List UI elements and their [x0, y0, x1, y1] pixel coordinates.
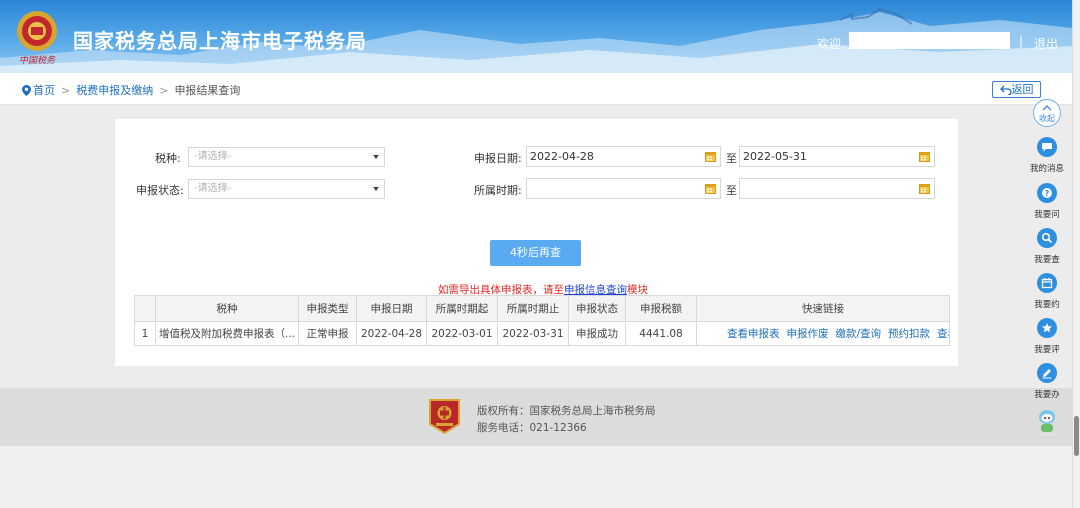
chevron-up-icon: [1042, 105, 1052, 111]
row-filing-date: 2022-04-28: [356, 321, 427, 346]
logo-text: 中国税务: [19, 55, 56, 66]
tax-type-label: 税种:: [155, 152, 181, 165]
period-range-to: 至: [726, 184, 737, 197]
status-label: 申报状态:: [136, 184, 184, 197]
svg-text:?: ?: [1045, 189, 1050, 198]
table-header-row: 税种 申报类型 申报日期 所属时期起 所属时期止 申报状态 申报税额 快速链接: [134, 295, 950, 322]
sidebar-item-label: 我要约: [1034, 300, 1060, 310]
rating-icon: [1042, 323, 1052, 333]
collapse-label: 收起: [1039, 114, 1055, 123]
page-bottom-area: [0, 446, 1072, 508]
search-button[interactable]: 4秒后再查: [490, 240, 581, 266]
void-return-link[interactable]: 申报作废: [787, 328, 829, 340]
row-quick-links: 查看申报表申报作废缴款/查询预约扣款查看: [696, 321, 950, 346]
tax-service-badge-icon: [429, 399, 460, 435]
header-separator: |: [1019, 34, 1024, 48]
logout-link[interactable]: 退出: [1034, 35, 1058, 52]
dropdown-arrow-icon: [373, 187, 379, 191]
row-period-end: 2022-03-31: [497, 321, 569, 346]
view-more-link[interactable]: 查看: [937, 328, 948, 340]
period-label: 所属时期:: [474, 184, 522, 197]
username-display: [849, 32, 1010, 49]
row-amount: 4441.08: [625, 321, 697, 346]
sidebar-item-handle[interactable]: 我要办: [1028, 363, 1066, 400]
calendar-icon[interactable]: [919, 183, 930, 194]
status-select[interactable]: -请选择-: [188, 179, 385, 199]
row-filing-type: 正常申报: [298, 321, 357, 346]
col-header-period-start: 所属时期起: [426, 295, 498, 322]
robot-assistant-icon[interactable]: [1036, 408, 1058, 438]
period-to-input[interactable]: [739, 178, 935, 199]
sidebar-item-label: 我要查: [1034, 255, 1060, 265]
row-index: 1: [134, 321, 156, 346]
query-panel: 税种: -请选择- 申报状态: -请选择- 申报日期: 2022-04-28 至…: [115, 119, 958, 366]
payment-query-link[interactable]: 缴款/查询: [836, 328, 882, 340]
location-pin-icon: [22, 85, 31, 96]
sidebar-item-label: 我的消息: [1029, 164, 1064, 174]
breadcrumb-bar: 首页 > 税费申报及缴纳 > 申报结果查询: [0, 73, 1072, 105]
col-header-filing-date: 申报日期: [356, 295, 427, 322]
col-header-tax-type: 税种: [155, 295, 299, 322]
period-from-input[interactable]: [526, 178, 721, 199]
welcome-text: 欢迎,: [817, 37, 845, 51]
row-status: 申报成功: [568, 321, 626, 346]
row-period-start: 2022-03-01: [426, 321, 498, 346]
question-icon: ?: [1042, 188, 1052, 198]
breadcrumb-tax-filing[interactable]: 税费申报及缴纳: [76, 84, 153, 97]
return-arrow-icon: [999, 85, 1012, 96]
sidebar-item-label: 我要评: [1034, 345, 1060, 355]
search-icon: [1041, 232, 1053, 244]
copyright-text: 版权所有：国家税务总局上海市税务局: [477, 405, 656, 417]
dropdown-arrow-icon: [373, 155, 379, 159]
sidebar-item-search[interactable]: 我要查: [1028, 228, 1066, 265]
back-button-label: 返回: [1011, 83, 1034, 96]
edit-icon: [1042, 369, 1052, 379]
tax-emblem-logo: 中国税务: [17, 11, 57, 66]
breadcrumb: 首页 > 税费申报及缴纳 > 申报结果查询: [22, 82, 240, 98]
sidebar-collapse-button[interactable]: 收起: [1033, 99, 1061, 127]
filing-date-to-input[interactable]: 2022-05-31: [739, 146, 935, 167]
col-header-status: 申报状态: [568, 295, 626, 322]
site-title: 国家税务总局上海市电子税务局: [73, 29, 367, 53]
sidebar-item-label: 我要办: [1034, 390, 1060, 400]
filing-date-label: 申报日期:: [474, 152, 522, 165]
sidebar-item-ask[interactable]: ? 我要问: [1028, 183, 1066, 220]
footer: 版权所有：国家税务总局上海市税务局 服务电话：021-12366: [0, 388, 1072, 446]
calendar-icon[interactable]: [705, 151, 716, 162]
col-header-filing-type: 申报类型: [298, 295, 357, 322]
breadcrumb-current: 申报结果查询: [174, 84, 241, 97]
header-banner: 中国税务 国家税务总局上海市电子税务局 欢迎, | 退出: [0, 0, 1072, 73]
results-table: 税种 申报类型 申报日期 所属时期起 所属时期止 申报状态 申报税额 快速链接 …: [134, 295, 950, 346]
col-header-amount: 申报税额: [625, 295, 697, 322]
scheduled-debit-link[interactable]: 预约扣款: [888, 328, 930, 340]
calendar-icon: [1041, 278, 1053, 289]
date-range-to: 至: [726, 152, 737, 165]
sidebar-item-rating[interactable]: 我要评: [1028, 318, 1066, 355]
service-phone-text: 服务电话：021-12366: [477, 422, 587, 434]
sidebar-item-messages[interactable]: 我的消息: [1028, 137, 1066, 174]
view-return-link[interactable]: 查看申报表: [727, 328, 780, 340]
calendar-icon[interactable]: [705, 183, 716, 194]
breadcrumb-home[interactable]: 首页: [33, 84, 55, 97]
calendar-icon[interactable]: [919, 151, 930, 162]
sidebar-item-label: 我要问: [1034, 210, 1060, 220]
back-button[interactable]: 返回: [992, 81, 1041, 98]
scrollbar-thumb[interactable]: [1074, 416, 1079, 456]
sidebar-item-appointment[interactable]: 我要约: [1028, 273, 1066, 310]
row-tax-type: 增值税及附加税费申报表（...: [155, 321, 299, 346]
col-header-period-end: 所属时期止: [497, 295, 569, 322]
table-row: 1 增值税及附加税费申报表（... 正常申报 2022-04-28 2022-0…: [134, 321, 950, 346]
col-header-quick-links: 快速链接: [696, 295, 950, 322]
col-header-index: [134, 295, 156, 322]
message-icon: [1042, 143, 1052, 152]
tax-type-select[interactable]: -请选择-: [188, 147, 385, 167]
filing-date-from-input[interactable]: 2022-04-28: [526, 146, 721, 167]
